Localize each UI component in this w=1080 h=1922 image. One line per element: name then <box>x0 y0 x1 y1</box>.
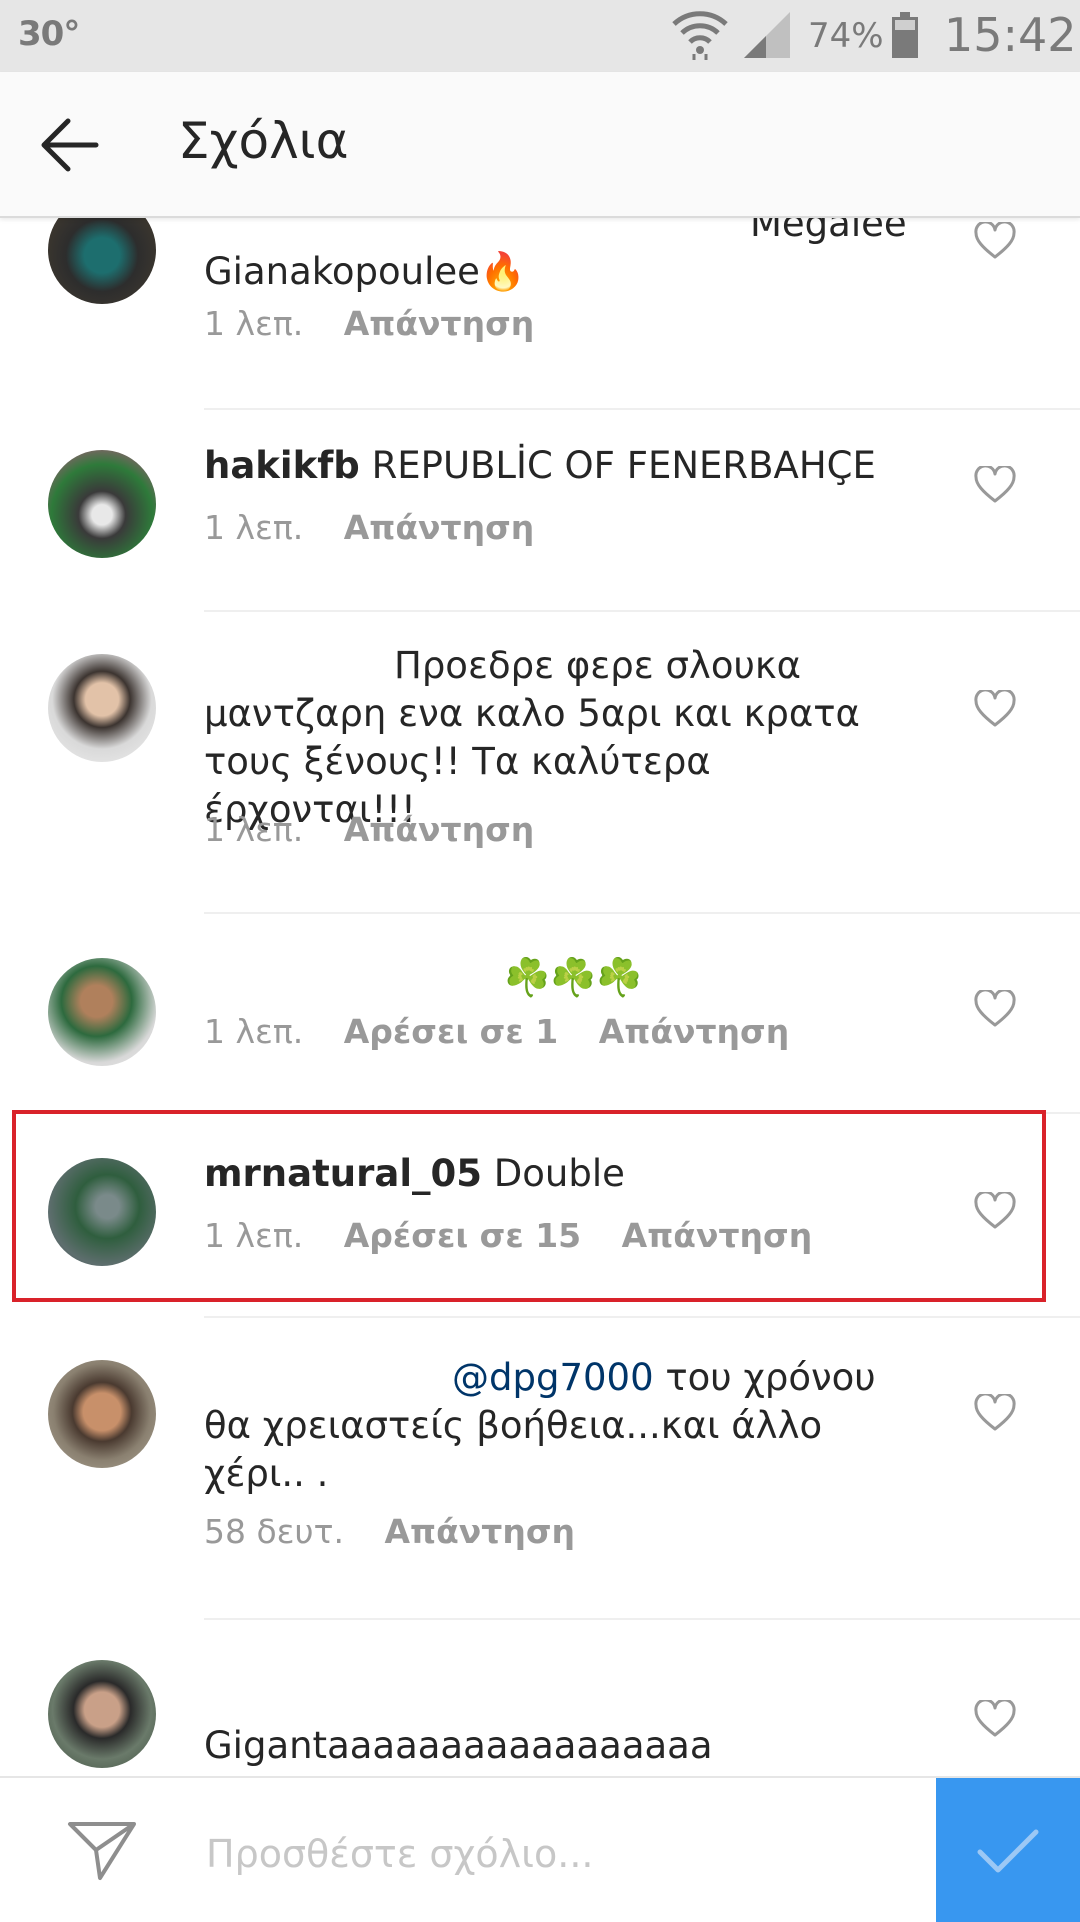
heart-outline-icon[interactable] <box>974 466 1016 504</box>
comment-divider <box>204 1316 1080 1318</box>
avatar[interactable] <box>48 1360 156 1468</box>
comment-time: 1 λεπ. <box>204 508 304 547</box>
status-bar: 30° 74% 15:42 <box>0 0 1080 72</box>
reply-button[interactable]: Απάντηση <box>344 508 535 547</box>
comments-list[interactable]: Megalee Gianakopoulee🔥 1 λεπ. Απάντηση h… <box>0 216 1080 1776</box>
comment-meta: 58 δευτ. Απάντηση <box>204 1512 605 1551</box>
comment-item: Προεδρε φερε σλουκα μαντζαρη ενα καλο 5α… <box>0 642 1080 912</box>
battery-icon <box>892 12 918 58</box>
page-title: Σχόλια <box>178 112 349 170</box>
heart-outline-icon[interactable] <box>974 1700 1016 1738</box>
comment-text: ☘️☘️☘️ <box>504 956 643 999</box>
comment-item: @dpg7000 του χρόνου θα χρειαστείς βοήθει… <box>0 1346 1080 1616</box>
comment-divider <box>204 408 1080 410</box>
comment-text: Προεδρε φερε σλουκα <box>394 644 802 687</box>
comment-meta: 1 λεπ. Απάντηση <box>204 304 564 343</box>
reply-button[interactable]: Απάντηση <box>344 304 535 343</box>
reply-button[interactable]: Απάντηση <box>599 1012 790 1051</box>
likes-count[interactable]: Αρέσει σε 1 <box>344 1012 558 1051</box>
comment-item: ☘️☘️☘️ 1 λεπ. Αρέσει σε 1 Απάντηση <box>0 944 1080 1114</box>
comment-divider <box>204 912 1080 914</box>
avatar[interactable] <box>48 450 156 558</box>
battery-percentage: 74% <box>808 16 884 56</box>
heart-outline-icon[interactable] <box>974 990 1016 1028</box>
comment-text: χέρι.. . <box>204 1452 329 1495</box>
comment-username[interactable]: hakikfb <box>204 444 360 487</box>
app-header: Σχόλια <box>0 72 1080 218</box>
comment-meta: 1 λεπ. Απάντηση <box>204 810 564 849</box>
likes-count[interactable]: Αρέσει σε 15 <box>344 1216 581 1255</box>
reply-button[interactable]: Απάντηση <box>622 1216 813 1255</box>
comment-meta: 1 λεπ. Αρέσει σε 1 Απάντηση <box>204 1012 819 1051</box>
avatar[interactable] <box>48 1660 156 1768</box>
comment-divider <box>204 1112 1080 1114</box>
scroll-fade-mask <box>196 216 744 230</box>
avatar[interactable] <box>48 654 156 762</box>
comment-item: Megalee Gianakopoulee🔥 1 λεπ. Απάντηση <box>0 216 1080 426</box>
comment-text: Gigantaaaaaaaaaaaaaaaaa <box>204 1724 713 1767</box>
temperature-indicator: 30° <box>18 14 80 54</box>
heart-outline-icon[interactable] <box>974 690 1016 728</box>
comment-meta: 1 λεπ. Αρέσει σε 15 Απάντηση <box>204 1216 842 1255</box>
reply-button[interactable]: Απάντηση <box>384 1512 575 1551</box>
comment-time: 1 λεπ. <box>204 810 304 849</box>
comment-divider <box>204 1618 1080 1620</box>
comment-time: 1 λεπ. <box>204 1216 304 1255</box>
post-comment-button[interactable] <box>936 1778 1080 1922</box>
signal-icon <box>744 12 790 58</box>
avatar[interactable] <box>48 1158 156 1266</box>
comment-item: Gigantaaaaaaaaaaaaaaaaa <box>0 1660 1080 1776</box>
comment-composer <box>0 1776 1080 1922</box>
comment-time: 58 δευτ. <box>204 1512 344 1551</box>
comment-text: REPUBLİC OF FENERBAHÇE <box>371 444 876 487</box>
arrow-left-icon[interactable] <box>38 116 102 174</box>
comment-text: μαντζαρη ενα καλο 5αρι και κρατα <box>204 692 860 735</box>
comment-time: 1 λεπ. <box>204 304 304 343</box>
heart-outline-icon[interactable] <box>974 1192 1016 1230</box>
comment-text: θα χρειαστείς βοήθεια...και άλλο <box>204 1404 823 1447</box>
avatar[interactable] <box>48 216 156 304</box>
comment-text: του χρόνου <box>665 1356 876 1399</box>
comment-text: Gianakopoulee🔥 <box>204 250 526 293</box>
heart-outline-icon[interactable] <box>974 1394 1016 1432</box>
comment-divider <box>204 610 1080 612</box>
comment-time: 1 λεπ. <box>204 1012 304 1051</box>
checkmark-icon <box>977 1829 1039 1873</box>
comment-item: hakikfb REPUBLİC OF FENERBAHÇE 1 λεπ. Απ… <box>0 442 1080 612</box>
comment-username[interactable]: mrnatural_05 <box>204 1152 482 1195</box>
clock: 15:42 <box>944 8 1077 62</box>
wifi-icon <box>672 11 728 60</box>
comment-text: Double <box>493 1152 625 1195</box>
comment-input[interactable] <box>204 1818 908 1890</box>
mention-link[interactable]: @dpg7000 <box>452 1356 654 1399</box>
heart-outline-icon[interactable] <box>974 222 1016 260</box>
avatar[interactable] <box>48 958 156 1066</box>
send-icon[interactable] <box>66 1818 138 1882</box>
reply-button[interactable]: Απάντηση <box>344 810 535 849</box>
comment-item: mrnatural_05 Double 1 λεπ. Αρέσει σε 15 … <box>0 1146 1080 1306</box>
comment-meta: 1 λεπ. Απάντηση <box>204 508 564 547</box>
